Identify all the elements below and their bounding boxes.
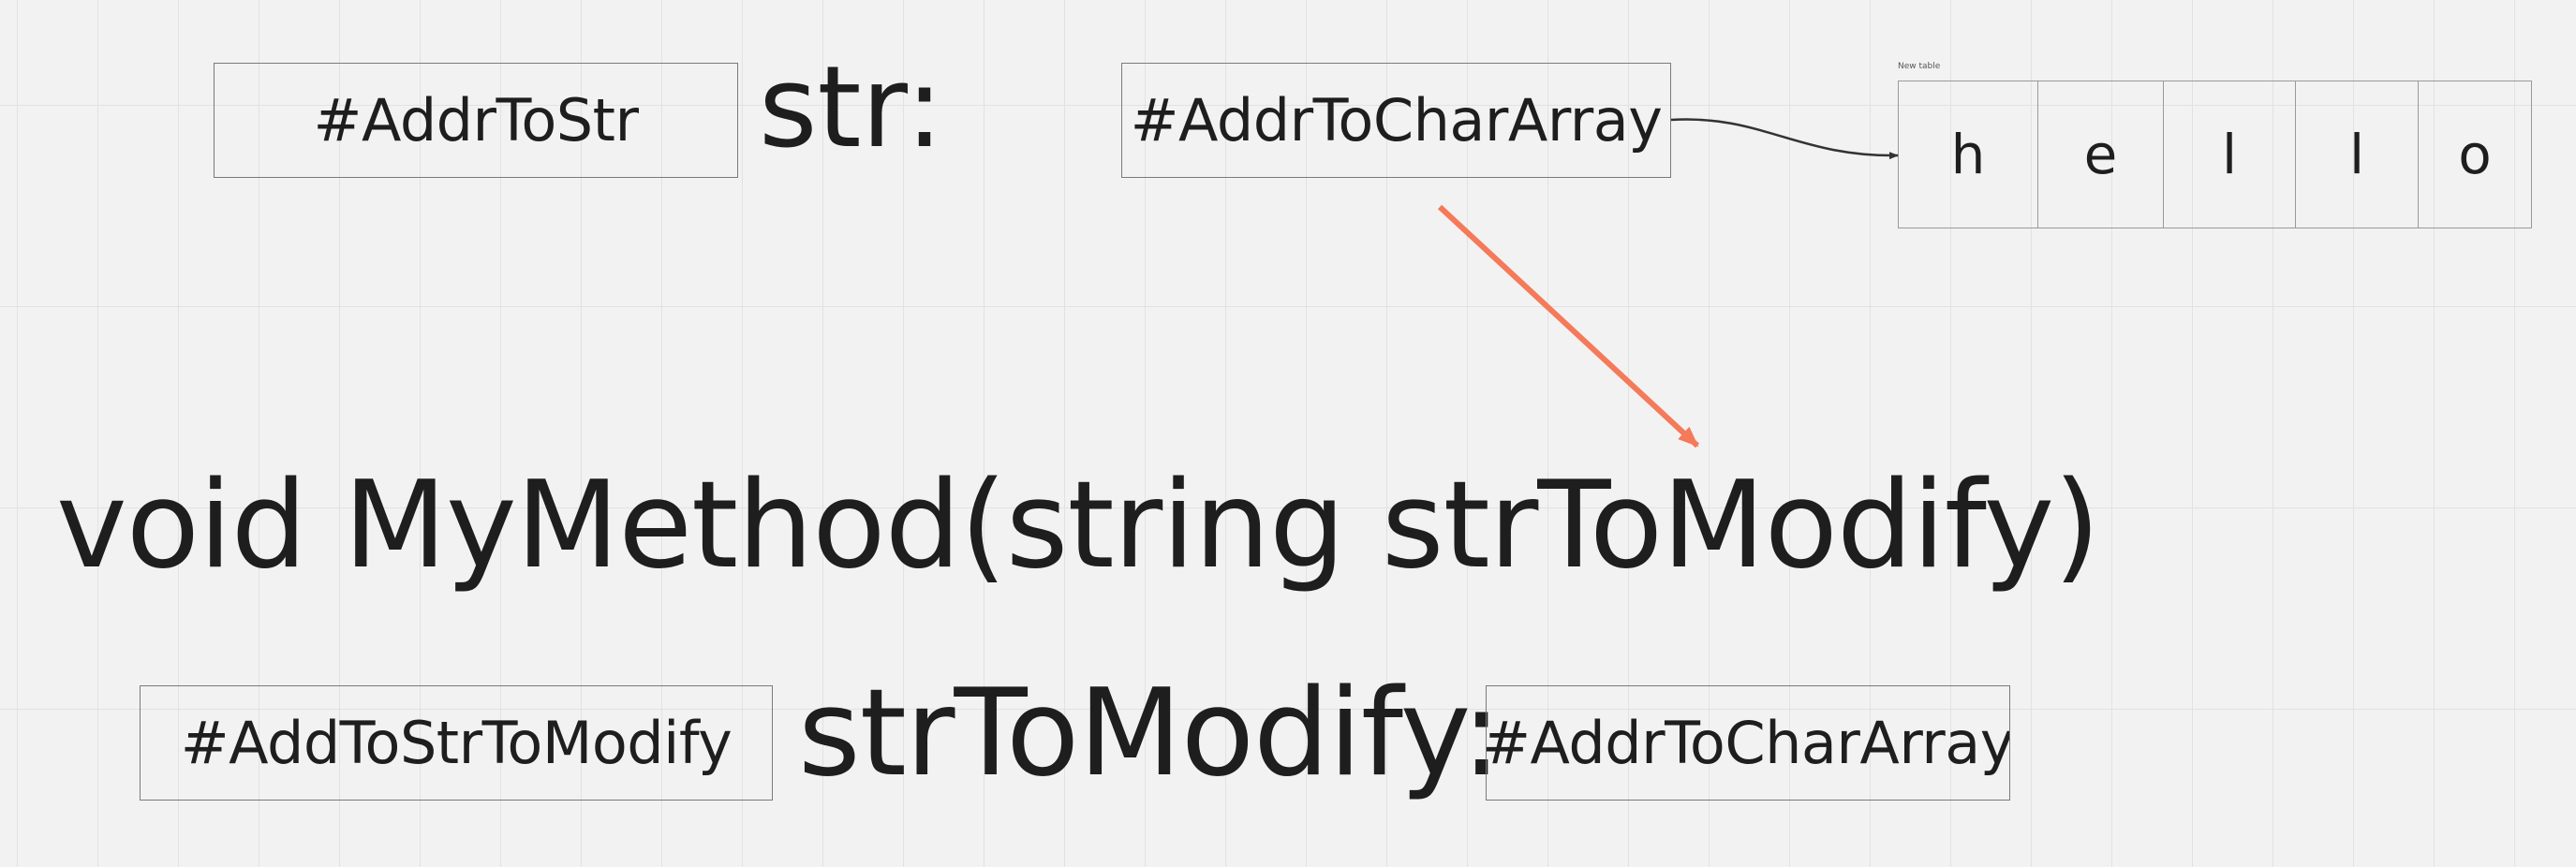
connectors <box>1437 118 1899 448</box>
highlight-arrow[interactable] <box>1437 204 1700 448</box>
pointer-arrow[interactable] <box>1670 118 1899 160</box>
